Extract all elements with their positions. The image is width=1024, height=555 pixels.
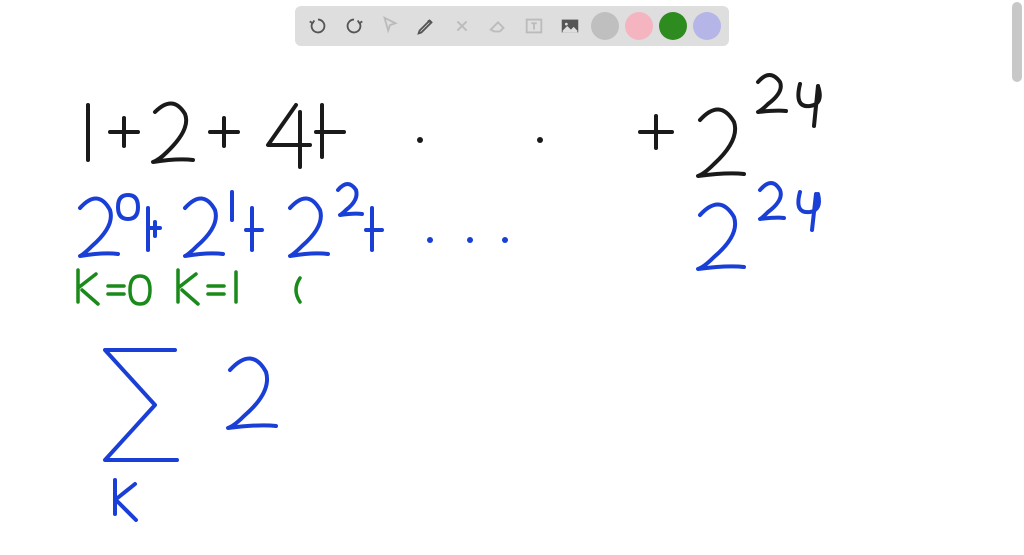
pointer-icon[interactable] xyxy=(375,11,405,41)
color-lilac[interactable] xyxy=(693,12,721,40)
image-icon[interactable] xyxy=(555,11,585,41)
tools-icon[interactable] xyxy=(447,11,477,41)
color-green[interactable] xyxy=(659,12,687,40)
text-box-icon[interactable] xyxy=(519,11,549,41)
eraser-icon[interactable] xyxy=(483,11,513,41)
drawing-toolbar xyxy=(295,6,729,46)
color-pink[interactable] xyxy=(625,12,653,40)
vertical-scrollbar[interactable] xyxy=(1012,2,1022,82)
undo-icon[interactable] xyxy=(303,11,333,41)
pencil-icon[interactable] xyxy=(411,11,441,41)
color-gray[interactable] xyxy=(591,12,619,40)
redo-icon[interactable] xyxy=(339,11,369,41)
whiteboard-canvas[interactable]: 1 + 2 + 4 + · · + 2^29 2^0 + 2^1 + 2^2 +… xyxy=(0,50,1010,550)
